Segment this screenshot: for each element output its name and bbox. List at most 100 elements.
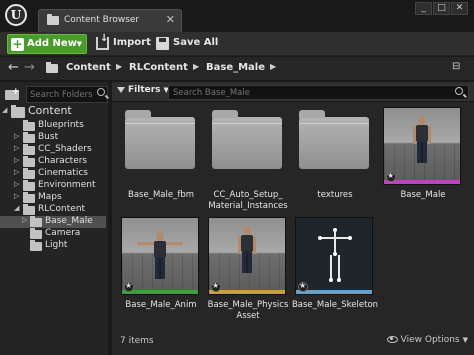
save-icon — [156, 37, 169, 50]
asset-name: Base_Male — [400, 190, 446, 200]
tree-item-content[interactable]: ◢ Content — [2, 104, 106, 118]
plus-icon: + — [11, 37, 24, 51]
import-button[interactable]: Import — [96, 33, 151, 54]
breadcrumb-content[interactable]: Content — [66, 62, 111, 73]
asset-tile-textures[interactable]: textures — [295, 107, 375, 213]
collapsed-arrow-icon[interactable]: ▷ — [14, 180, 22, 188]
tree-item-cc-shaders[interactable]: ▷ CC_Shaders — [14, 144, 106, 156]
tree-item-blueprints[interactable]: Blueprints — [14, 120, 106, 132]
figure-legs — [417, 141, 427, 163]
asset-tile-base-male-fbm[interactable]: Base_Male_fbm — [121, 107, 201, 213]
tree-item-cinematics[interactable]: ▷ Cinematics — [14, 168, 106, 180]
collapsed-arrow-icon[interactable]: ▷ — [14, 156, 22, 164]
breadcrumb-separator-icon[interactable]: ▶ — [270, 62, 276, 71]
skeleton-bone — [334, 232, 336, 254]
toolbar: + Add New ▼ Import Save All — [0, 32, 474, 56]
import-label: Import — [113, 37, 151, 48]
folder-icon — [23, 192, 35, 203]
lock-icon[interactable]: ⊟ — [452, 61, 460, 72]
caret-down-icon: ▼ — [76, 40, 82, 48]
folder-icon — [125, 110, 195, 169]
collapsed-arrow-icon[interactable]: ▷ — [14, 192, 22, 200]
folder-icon — [30, 228, 42, 239]
breadcrumb-rlcontent[interactable]: RLContent — [129, 62, 188, 73]
character-figure — [413, 116, 431, 166]
unreal-logo-icon: U — [5, 4, 27, 26]
forward-arrow-icon[interactable]: → — [24, 60, 35, 75]
breadcrumb-separator-icon[interactable]: ▶ — [116, 62, 122, 71]
skeleton-joint — [348, 236, 352, 240]
asset-tile-cc-auto-setup[interactable]: CC_Auto_Setup_ Material_Instances — [208, 107, 288, 213]
search-icon — [455, 87, 463, 95]
add-new-label: Add New — [27, 38, 77, 49]
skeleton-joint — [329, 278, 333, 282]
asset-type-strip — [209, 290, 285, 294]
tree-item-label: Bust — [38, 132, 59, 142]
window-controls: _ □ ✕ — [414, 2, 468, 16]
back-arrow-icon[interactable]: ← — [8, 60, 19, 75]
save-all-button[interactable]: Save All — [156, 34, 218, 54]
path-bar: ← → Content ▶ RLContent ▶ Base_Male ▶ ⊟ — [0, 57, 474, 81]
caret-down-icon: ▼ — [462, 336, 468, 344]
asset-tile-base-male-skeleton[interactable]: Base_Male_Skeleton — [292, 217, 378, 323]
folder-thumbnail — [121, 107, 199, 185]
asset-name: Base_Male_Anim — [125, 300, 197, 310]
tree-item-rlcontent[interactable]: ◢ RLContent — [14, 204, 106, 216]
folder-thumbnail — [295, 107, 373, 185]
breadcrumb-separator-icon[interactable]: ▶ — [193, 62, 199, 71]
folder-icon[interactable] — [46, 62, 58, 73]
eye-icon — [386, 336, 398, 343]
folder-icon — [23, 168, 35, 179]
figure-arm — [253, 236, 256, 254]
asset-name: textures — [317, 190, 353, 200]
close-window-button[interactable]: ✕ — [451, 2, 468, 15]
folder-thumbnail — [208, 107, 286, 185]
tree-item-base-male[interactable]: ▷ Base_Male — [0, 216, 106, 228]
asset-tile-base-male-physics-asset[interactable]: Base_Male_Physics Asset — [208, 217, 288, 323]
tree-item-environment[interactable]: ▷ Environment — [14, 180, 106, 192]
tab-content-browser[interactable]: Content Browser ✕ — [38, 9, 182, 32]
skeleton-thumbnail — [295, 217, 373, 295]
maximize-button[interactable]: □ — [433, 2, 450, 15]
minimize-button[interactable]: _ — [415, 2, 432, 15]
figure-arm — [428, 126, 431, 144]
collapsed-arrow-icon[interactable]: ▷ — [14, 144, 22, 152]
figure-torso — [154, 241, 166, 258]
folder-search-input[interactable] — [26, 86, 108, 103]
add-folder-button[interactable]: + — [4, 87, 22, 102]
tree-item-bust[interactable]: ▷ Bust — [14, 132, 106, 144]
expanded-arrow-icon[interactable]: ◢ — [2, 106, 10, 114]
asset-search-input[interactable] — [168, 85, 469, 100]
preview-scene — [296, 218, 372, 290]
title-bar: U Content Browser ✕ _ □ ✕ — [0, 0, 474, 32]
breadcrumb-base-male[interactable]: Base_Male — [206, 62, 265, 73]
tree-item-label: Cinematics — [38, 168, 88, 178]
view-options-label: View Options — [400, 335, 460, 345]
asset-name: Base_Male_Physics Asset — [207, 300, 289, 321]
asset-tile-base-male-anim[interactable]: Base_Male_Anim — [121, 217, 201, 323]
collapsed-arrow-icon[interactable]: ▷ — [14, 168, 22, 176]
view-options-button[interactable]: View Options ▼ — [386, 335, 468, 345]
tree-item-light[interactable]: Light — [21, 240, 106, 252]
physics-asset-thumbnail — [208, 217, 286, 295]
tab-close-icon[interactable]: ✕ — [166, 13, 175, 26]
figure-arm — [166, 242, 183, 245]
collapsed-arrow-icon[interactable]: ▷ — [22, 216, 30, 224]
tree-item-camera[interactable]: Camera — [21, 228, 106, 240]
skeleton-figure — [318, 228, 352, 283]
asset-tile-base-male[interactable]: Base_Male — [383, 107, 463, 213]
add-new-button[interactable]: + Add New ▼ — [7, 34, 87, 54]
filters-button[interactable]: Filters ▼ — [117, 85, 169, 99]
tree-item-maps[interactable]: ▷ Maps — [14, 192, 106, 204]
assets-panel: Filters▼ Base_Male_fbm CC_Auto_Setup_ Ma… — [112, 82, 474, 355]
folder-icon — [11, 105, 25, 118]
tree-item-label: Base_Male — [45, 216, 93, 226]
character-figure — [238, 226, 256, 276]
asset-name: Base_Male_Skeleton — [291, 300, 379, 310]
tree-item-label: Environment — [38, 180, 96, 190]
tree-item-characters[interactable]: ▷ Characters — [14, 156, 106, 168]
tab-label: Content Browser — [64, 15, 140, 25]
collapsed-arrow-icon[interactable]: ▷ — [14, 132, 22, 140]
plus-icon: + — [12, 87, 20, 97]
expanded-arrow-icon[interactable]: ◢ — [14, 204, 22, 212]
